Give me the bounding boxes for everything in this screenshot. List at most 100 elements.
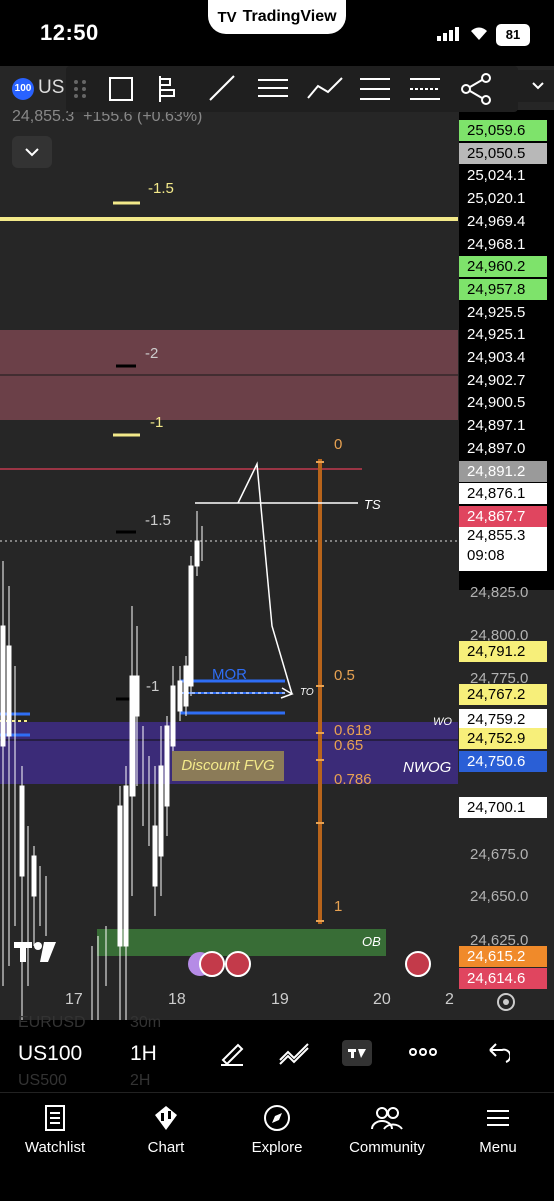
tab-menu[interactable]: Menu (443, 1103, 553, 1156)
axis-label: 24,675.0 (470, 846, 529, 863)
symbol-badge: 100 (12, 78, 34, 100)
price-label: 25,020.1 (459, 188, 547, 210)
trendline-tool-icon (209, 75, 235, 101)
bar-countdown: 09:08 (467, 547, 505, 564)
axis-label: 24,650.0 (470, 888, 529, 905)
battery-indicator: 81 (496, 24, 530, 46)
ghost-symbol: EURUSD (18, 1014, 86, 1031)
projection-path (237, 461, 293, 695)
tab-watchlist[interactable]: Watchlist (0, 1103, 110, 1156)
price-label: 25,059.6 (459, 120, 547, 141)
us-flag-icon[interactable] (405, 951, 431, 977)
discount-fvg-label[interactable]: Discount FVG (172, 751, 284, 781)
tab-label: Explore (251, 1139, 303, 1156)
level-label: -2 (145, 345, 159, 362)
fib-label: 1 (334, 898, 343, 915)
position-tool-icon (159, 76, 175, 102)
tradingview-icon[interactable] (342, 1040, 372, 1066)
price-label: 24,902.7 (459, 369, 547, 391)
ob-label: OB (362, 934, 381, 949)
time-label: 17 (65, 991, 83, 1008)
fib-label: 0.786 (334, 771, 372, 788)
us-flag-icon[interactable] (225, 951, 251, 977)
price-label: 24,960.2 (459, 256, 547, 278)
app-name: TradingView (242, 8, 337, 25)
price-label: 24,750.6 (459, 751, 547, 772)
status-time: 12:50 (40, 20, 99, 45)
app-pill: TV TradingView (208, 0, 346, 34)
to-label: TO (300, 687, 314, 698)
mor-label: MOR (212, 666, 247, 683)
rectangle-tool-icon (109, 77, 133, 101)
draw-pen-icon[interactable] (218, 1038, 246, 1071)
price-label: 24,968.1 (459, 233, 547, 255)
ts-label: TS (364, 497, 381, 512)
compass-icon (264, 1105, 290, 1131)
tab-label: Watchlist (24, 1139, 86, 1156)
symbol-name[interactable]: US (38, 77, 64, 99)
signal-icon (437, 27, 459, 46)
tradingview-logo-icon: TV (217, 8, 237, 26)
tab-bar: Watchlist Chart Explore Community Menu (0, 1092, 554, 1201)
level-label: -1.5 (148, 180, 174, 197)
price-label: 24,876.1 (459, 483, 547, 505)
time-label: 19 (271, 991, 289, 1008)
more-icon[interactable] (408, 1042, 438, 1067)
price-label: 25,024.1 (459, 165, 547, 187)
price-label: 25,050.5 (459, 142, 547, 164)
parallel-channel-icon (360, 78, 390, 100)
drawing-toolbar[interactable] (66, 66, 518, 112)
tab-explore[interactable]: Explore (222, 1103, 332, 1156)
axis-label: 24,825.0 (470, 584, 529, 601)
symbol-selector[interactable]: US100 (18, 1042, 82, 1066)
level-label: -1 (150, 414, 164, 431)
price-label: 24,615.2 (459, 946, 547, 967)
current-price: 24,855.3 (467, 527, 526, 544)
fib-label: 0 (334, 436, 343, 453)
indicators-icon[interactable] (278, 1040, 310, 1071)
price-label: 24,614.6 (459, 968, 547, 989)
tab-label: Menu (479, 1139, 517, 1156)
price-label: 24,752.9 (459, 728, 547, 749)
ghost-interval: 2H (130, 1072, 151, 1089)
price-label: 24,791.2 (459, 641, 547, 662)
wo-label: WO (433, 716, 452, 728)
price-label: 24,897.1 (459, 415, 547, 437)
time-label: 18 (168, 991, 186, 1008)
tab-chart[interactable]: Chart (111, 1103, 221, 1156)
level-label: -1 (146, 678, 160, 695)
chevron-down-icon (532, 82, 544, 90)
symbol-bar: EURUSD 30m US500 2H US100 1H (0, 1014, 554, 1092)
wifi-icon (468, 25, 490, 46)
watchlist-icon (45, 1105, 65, 1131)
chart-area[interactable]: Discount FVG -1.5 -2 -1 -1.5 -1 0 0.5 0.… (0, 66, 554, 1020)
price-label: 24,925.1 (459, 324, 547, 346)
undo-icon[interactable] (484, 1040, 512, 1071)
current-price-label: 24,855.3 09:08 (459, 525, 547, 571)
community-icon (371, 1107, 403, 1130)
timeframe-dropdown[interactable] (518, 70, 554, 102)
price-label: 24,900.5 (459, 392, 547, 414)
chevron-down-icon (25, 148, 39, 157)
ghost-symbol: US500 (18, 1072, 67, 1089)
us-flag-icon[interactable] (199, 951, 225, 977)
tab-label: Community (349, 1139, 425, 1156)
price-label: 24,767.2 (459, 684, 547, 705)
collapse-button[interactable] (12, 136, 52, 168)
path-tool-icon (307, 77, 343, 99)
tab-community[interactable]: Community (332, 1103, 442, 1156)
interval-selector[interactable]: 1H (130, 1042, 157, 1066)
price-label: 24,867.7 (459, 505, 547, 527)
settings-gear-icon[interactable] (494, 990, 518, 1019)
nwog-label: NWOG (403, 759, 452, 776)
price-label: 24,969.4 (459, 210, 547, 232)
tab-label: Chart (147, 1139, 185, 1156)
ghost-interval: 30m (130, 1014, 162, 1031)
chart-icon (155, 1106, 177, 1130)
price-label: 24,925.5 (459, 301, 547, 323)
time-label: 20 (373, 991, 391, 1008)
drag-handle-icon (74, 80, 86, 98)
price-label: 24,759.2 (459, 709, 547, 730)
price-label: 24,891.2 (459, 460, 547, 482)
fib-label: 0.65 (334, 737, 364, 754)
